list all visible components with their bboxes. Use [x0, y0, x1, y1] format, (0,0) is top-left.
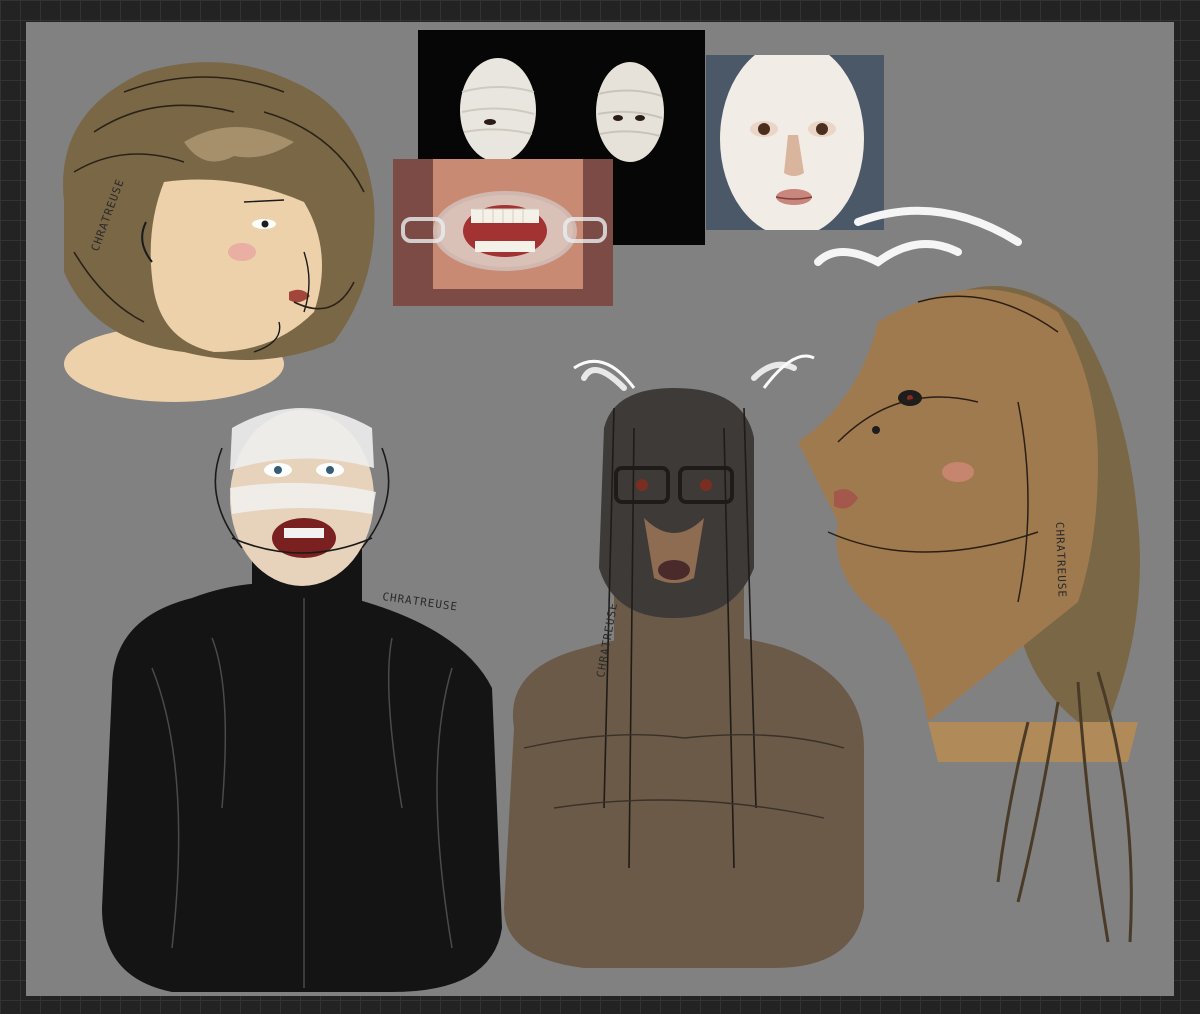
sketch-bandaged-figure: CHRATREUSE	[92, 388, 512, 992]
sketch-profile-head: CHRATREUSE	[778, 202, 1170, 962]
signature-text: CHRATREUSE	[1053, 522, 1069, 599]
signature-text: CHRATREUSE	[382, 590, 459, 613]
artwork-canvas: CHRATREUSE CHRATREUSE CHRATREUSE CHRATRE…	[26, 22, 1174, 996]
mouth-retractor-photo	[393, 159, 613, 306]
sketch-head-top-left: CHRATREUSE	[34, 52, 386, 412]
